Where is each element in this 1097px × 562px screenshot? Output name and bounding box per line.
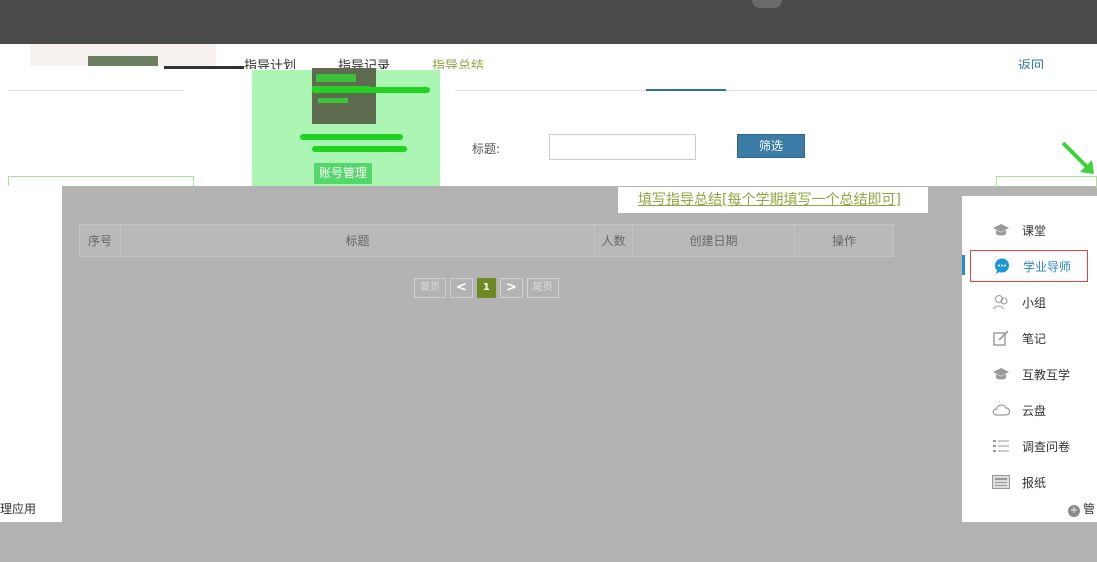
bottom-right-bar: + 管 — [962, 496, 1097, 522]
sidebar-item-label: 调查问卷 — [1022, 439, 1071, 454]
sidebar-item-survey[interactable]: 调查问卷 — [970, 430, 1088, 462]
cloud-icon — [992, 401, 1010, 419]
sidebar-item-label: 课堂 — [1022, 223, 1047, 238]
column-header-index: 序号 — [79, 224, 121, 257]
sidebar-item-notes[interactable]: 笔记 — [970, 322, 1088, 354]
account-management-button[interactable]: 账号管理 — [314, 163, 372, 184]
prev-page-button[interactable]: < — [450, 278, 473, 298]
arrow-icon — [1061, 141, 1094, 174]
newspaper-icon — [992, 473, 1010, 491]
sidebar-item-label: 学业导师 — [1023, 259, 1072, 274]
sidebar-item-label: 报纸 — [1022, 475, 1047, 490]
column-header-actions: 操作 — [794, 224, 894, 257]
info-redaction — [312, 146, 407, 152]
sidebar-item-academic-tutor[interactable]: 学业导师 — [970, 250, 1088, 282]
next-page-button[interactable]: > — [499, 278, 523, 298]
name-redaction — [312, 87, 430, 93]
tab-guidance-summary[interactable]: 指导总结 — [432, 55, 484, 69]
top-bar — [0, 0, 1097, 44]
nav-divider — [164, 66, 244, 69]
ghost-panel-right — [996, 176, 1097, 188]
sidebar-item-cloud-drive[interactable]: 云盘 — [970, 394, 1088, 426]
column-header-title: 标题 — [120, 224, 595, 257]
left-panel — [0, 186, 62, 496]
title-filter-input[interactable] — [549, 134, 696, 160]
last-page-button[interactable]: 尾页 — [526, 278, 559, 298]
manage-button[interactable]: + 管 — [1068, 496, 1095, 522]
avatar — [312, 68, 376, 124]
list-icon — [992, 437, 1010, 455]
back-link[interactable]: 返回 — [1018, 55, 1044, 69]
tab-guidance-record[interactable]: 指导记录 — [338, 55, 390, 69]
graduation-cap-icon — [992, 365, 1010, 383]
table-header-row: 序号 标题 人数 创建日期 操作 — [79, 224, 894, 257]
current-page[interactable]: 1 — [476, 278, 496, 298]
sidebar-item-label: 云盘 — [1022, 403, 1047, 418]
filter-button[interactable]: 筛选 — [737, 134, 805, 158]
pagination: 首页 < 1 > 尾页 — [414, 278, 559, 298]
group-icon — [992, 293, 1010, 311]
manage-label: 管 — [1083, 502, 1096, 516]
manage-apps-link[interactable]: 理应用 — [0, 496, 62, 522]
top-bar-handle — [752, 0, 782, 8]
tab-underline — [646, 89, 726, 91]
column-header-count: 人数 — [594, 224, 633, 257]
sidebar-active-marker — [962, 255, 965, 275]
sidebar-item-group[interactable]: 小组 — [970, 286, 1088, 318]
plus-icon: + — [1068, 505, 1080, 517]
graduation-cap-icon — [992, 221, 1010, 239]
summary-table: 序号 标题 人数 创建日期 操作 — [79, 224, 894, 257]
sidebar-item-newspaper[interactable]: 报纸 — [970, 466, 1088, 498]
header-image — [88, 56, 158, 66]
app-sidebar: 课堂 学业导师 小组 笔记 互教互学 云盘 调查问卷 报纸 — [962, 196, 1097, 496]
header-rule-right — [455, 90, 1097, 91]
sidebar-item-label: 笔记 — [1022, 331, 1047, 346]
sidebar-item-classroom[interactable]: 课堂 — [970, 214, 1088, 246]
tab-guidance-plan[interactable]: 指导计划 — [244, 55, 296, 69]
id-redaction — [300, 134, 403, 140]
sidebar-item-label: 互教互学 — [1022, 367, 1071, 382]
title-filter-label: 标题: — [472, 142, 501, 156]
first-page-button[interactable]: 首页 — [414, 278, 446, 298]
chat-bubble-icon — [993, 257, 1011, 275]
edit-note-icon — [992, 329, 1010, 347]
sidebar-item-mutual-learning[interactable]: 互教互学 — [970, 358, 1088, 390]
sidebar-item-label: 小组 — [1022, 295, 1047, 310]
fill-summary-link[interactable]: 填写指导总结[每个学期填写一个总结即可] — [618, 187, 928, 213]
column-header-created-date: 创建日期 — [632, 224, 795, 257]
header-rule-left — [8, 90, 184, 91]
